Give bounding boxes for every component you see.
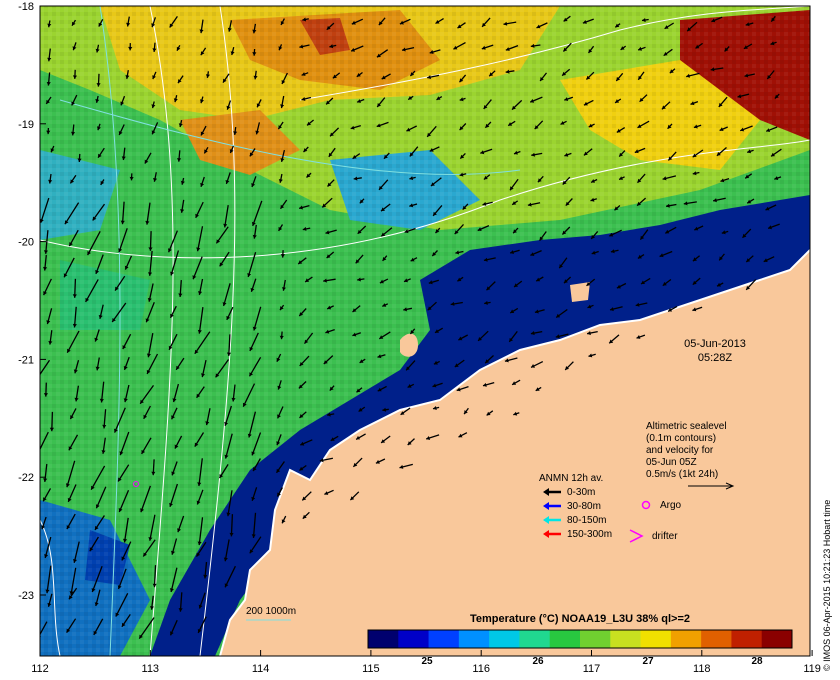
anmn-legend-label: 30-80m <box>567 501 601 512</box>
svg-text:(0.1m contours): (0.1m contours) <box>646 433 716 444</box>
colorbar-segment <box>428 630 460 648</box>
x-tick-label: 116 <box>472 663 490 675</box>
colorbar-segment <box>519 630 551 648</box>
colorbar-tick-label: 25 <box>421 656 433 667</box>
y-tick-label: -23 <box>18 590 34 602</box>
svg-text:05-Jun 05Z: 05-Jun 05Z <box>646 457 697 468</box>
svg-text:and velocity for: and velocity for <box>646 445 714 456</box>
x-tick-label: 112 <box>31 663 49 675</box>
colorbar-segment <box>701 630 732 648</box>
colorbar-segment <box>640 630 672 648</box>
colorbar-tick-label: 28 <box>751 656 763 667</box>
colorbar-segment <box>368 630 399 648</box>
drifter-legend-label: drifter <box>652 531 678 542</box>
colorbar-segment <box>489 630 520 648</box>
svg-text:0.5m/s (1kt 24h): 0.5m/s (1kt 24h) <box>646 469 718 480</box>
svg-text:ANMN 12h av.: ANMN 12h av. <box>539 473 603 484</box>
x-tick-label: 114 <box>252 663 270 675</box>
anmn-legend-label: 0-30m <box>567 487 595 498</box>
x-tick-label: 117 <box>583 663 601 675</box>
y-tick-label: -22 <box>18 472 34 484</box>
x-tick-label: 115 <box>362 663 380 675</box>
colorbar-segment <box>670 630 702 648</box>
y-tick-label: -20 <box>18 237 34 249</box>
y-tick-label: -18 <box>18 1 34 13</box>
colorbar-segment <box>549 630 581 648</box>
y-tick-label: -21 <box>18 354 34 366</box>
y-tick-label: -19 <box>18 119 34 131</box>
image-time: 05:28Z <box>698 352 733 364</box>
colorbar-segment <box>458 630 490 648</box>
x-tick-label: 113 <box>142 663 160 675</box>
svg-text:Altimetric sealevel: Altimetric sealevel <box>646 421 727 432</box>
colorbar-title: Temperature (°C) NOAA19_L3U 38% ql>=2 <box>470 613 690 625</box>
colorbar-tick-label: 26 <box>532 656 544 667</box>
anmn-legend-label: 150-300m <box>567 529 612 540</box>
colorbar-segment <box>580 630 611 648</box>
colorbar-tick-label: 27 <box>642 656 654 667</box>
colorbar-segment <box>610 630 642 648</box>
imos-credit: © IMOS 06-Apr-2015 10:21:23 Hobart time <box>822 500 832 671</box>
colorbar-segment <box>398 630 430 648</box>
colorbar-segment <box>731 630 763 648</box>
isobath-label: 200 1000m <box>246 606 296 617</box>
colorbar-segment <box>761 630 793 648</box>
x-tick-label: 118 <box>693 663 711 675</box>
image-date: 05-Jun-2013 <box>684 338 746 350</box>
anmn-legend-label: 80-150m <box>567 515 606 526</box>
x-tick-label: 119 <box>803 663 821 675</box>
argo-legend-label: Argo <box>660 500 682 511</box>
sst-map: 112 113 114 115 116 117 118 119 -18 -19 -20 -21 -22… <box>18 1 832 675</box>
